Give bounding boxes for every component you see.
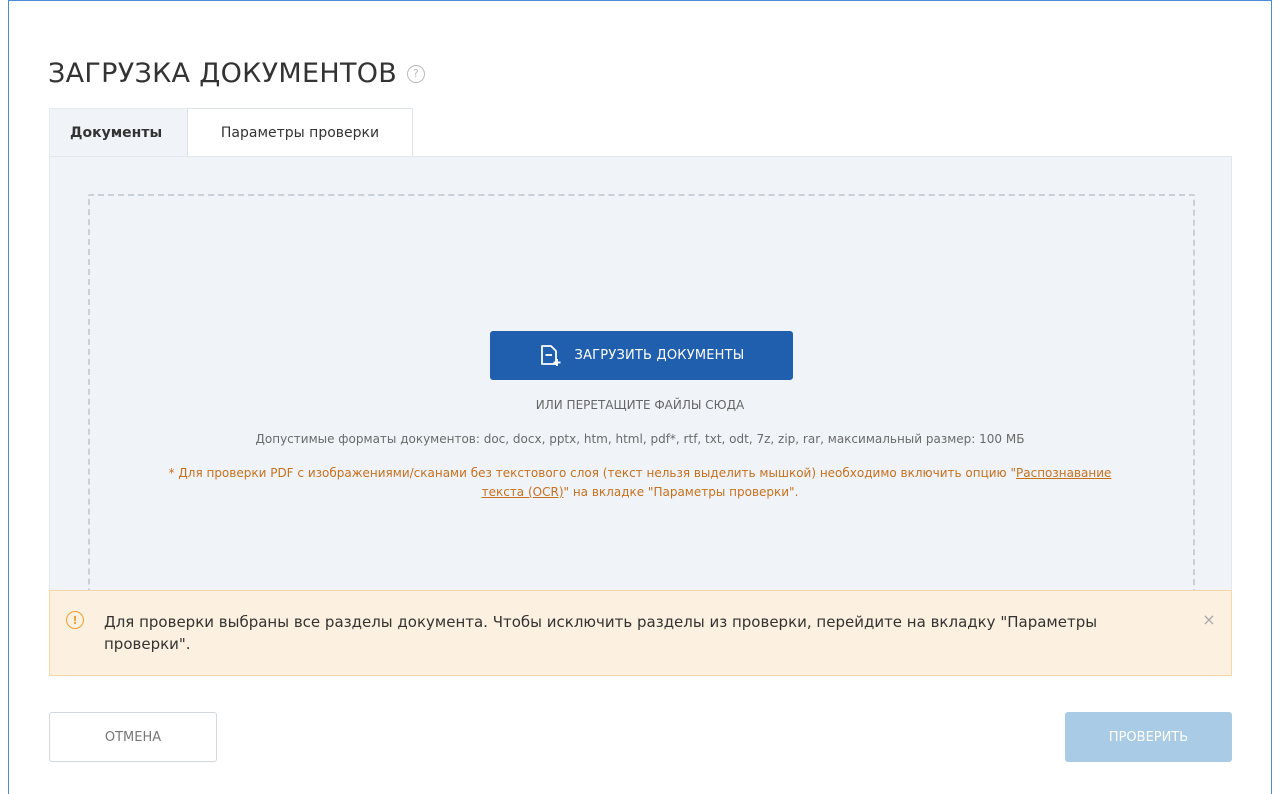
info-circle-icon: ! [66,611,84,629]
sections-alert: ! Для проверки выбраны все разделы докум… [49,590,1232,676]
allowed-formats-text: Допустимые форматы документов: doc, docx… [255,432,1025,446]
document-add-icon [540,344,561,366]
upload-documents-button[interactable]: ЗАГРУЗИТЬ ДОКУМЕНТЫ [490,331,793,380]
alert-text: Для проверки выбраны все разделы докумен… [104,613,1098,653]
page-title: ЗАГРУЗКА ДОКУМЕНТОВ ? [48,58,426,89]
cancel-button[interactable]: ОТМЕНА [49,712,217,762]
pdf-ocr-note: * Для проверки PDF с изображениями/скана… [150,464,1130,502]
close-icon[interactable]: × [1200,611,1218,629]
tab-bar: Документы Параметры проверки [49,108,413,157]
upload-button-label: ЗАГРУЗИТЬ ДОКУМЕНТЫ [574,348,745,363]
pdf-note-text-after: " на вкладке "Параметры проверки". [563,485,799,499]
tab-check-settings[interactable]: Параметры проверки [187,108,413,157]
pdf-note-text-before: * Для проверки PDF с изображениями/скана… [168,466,1016,480]
page-title-text: ЗАГРУЗКА ДОКУМЕНТОВ [48,58,398,89]
drag-hint: ИЛИ ПЕРЕТАЩИТЕ ФАЙЛЫ СЮДА [535,398,745,412]
question-circle-icon[interactable]: ? [407,64,426,83]
tab-documents[interactable]: Документы [49,108,188,157]
check-button[interactable]: ПРОВЕРИТЬ [1065,712,1232,762]
